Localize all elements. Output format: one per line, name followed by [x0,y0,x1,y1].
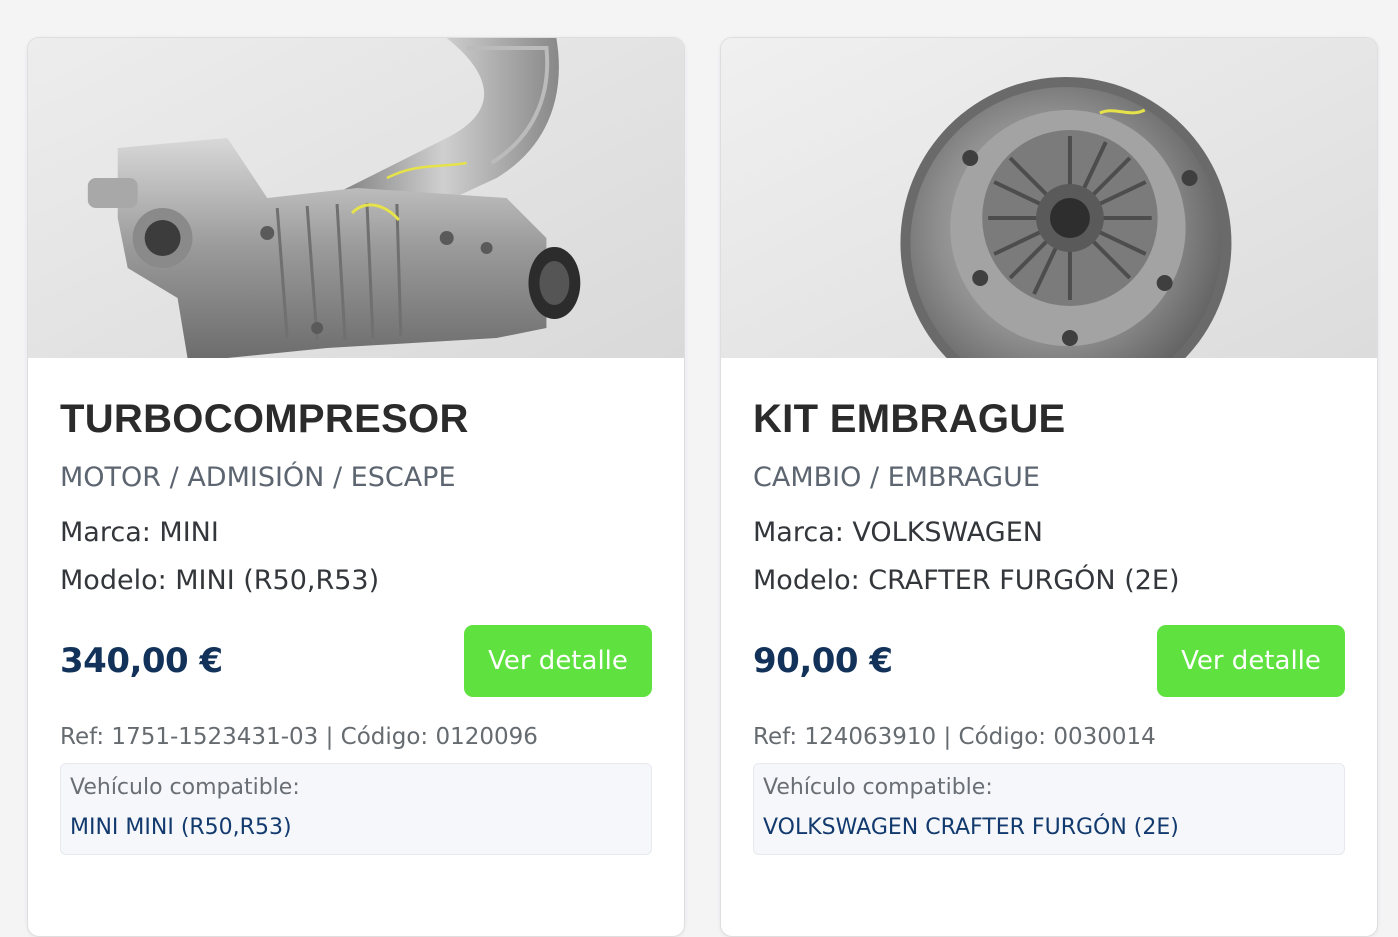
product-title[interactable]: KIT EMBRAGUE [753,396,1345,442]
turbocharger-image [28,38,684,358]
product-model: Modelo: CRAFTER FURGÓN (2E) [753,565,1180,596]
product-model: Modelo: MINI (R50,R53) [60,565,380,596]
product-reference: Ref: 124063910 | Código: 0030014 [753,724,1156,750]
price-row: 90,00 € Ver detalle [753,625,1345,697]
product-category: MOTOR / ADMISIÓN / ESCAPE [60,462,456,493]
product-title[interactable]: TURBOCOMPRESOR [60,396,652,442]
price-row: 340,00 € Ver detalle [60,625,652,697]
compatible-vehicle-box: Vehículo compatible: MINI MINI (R50,R53) [60,763,652,855]
product-grid: TURBOCOMPRESOR MOTOR / ADMISIÓN / ESCAPE… [27,37,1378,937]
view-detail-button[interactable]: Ver detalle [464,625,652,697]
compatible-vehicle-box: Vehículo compatible: VOLKSWAGEN CRAFTER … [753,763,1345,855]
compatible-vehicle-value: VOLKSWAGEN CRAFTER FURGÓN (2E) [763,815,1179,840]
product-card: KIT EMBRAGUE CAMBIO / EMBRAGUE Marca: VO… [720,37,1378,937]
product-card: TURBOCOMPRESOR MOTOR / ADMISIÓN / ESCAPE… [27,37,685,937]
product-price: 90,00 € [753,641,893,681]
compatible-vehicle-value: MINI MINI (R50,R53) [70,815,292,840]
product-image[interactable] [721,38,1377,358]
product-image[interactable] [28,38,684,358]
clutch-kit-image [721,38,1377,358]
card-body: TURBOCOMPRESOR MOTOR / ADMISIÓN / ESCAPE… [28,358,684,855]
product-brand: Marca: MINI [60,517,219,548]
card-body: KIT EMBRAGUE CAMBIO / EMBRAGUE Marca: VO… [721,358,1377,855]
view-detail-button[interactable]: Ver detalle [1157,625,1345,697]
product-category: CAMBIO / EMBRAGUE [753,462,1040,493]
compatible-vehicle-label: Vehículo compatible: [70,775,300,800]
compatible-vehicle-label: Vehículo compatible: [763,775,993,800]
product-brand: Marca: VOLKSWAGEN [753,517,1043,548]
product-price: 340,00 € [60,641,223,681]
product-reference: Ref: 1751-1523431-03 | Código: 0120096 [60,724,538,750]
